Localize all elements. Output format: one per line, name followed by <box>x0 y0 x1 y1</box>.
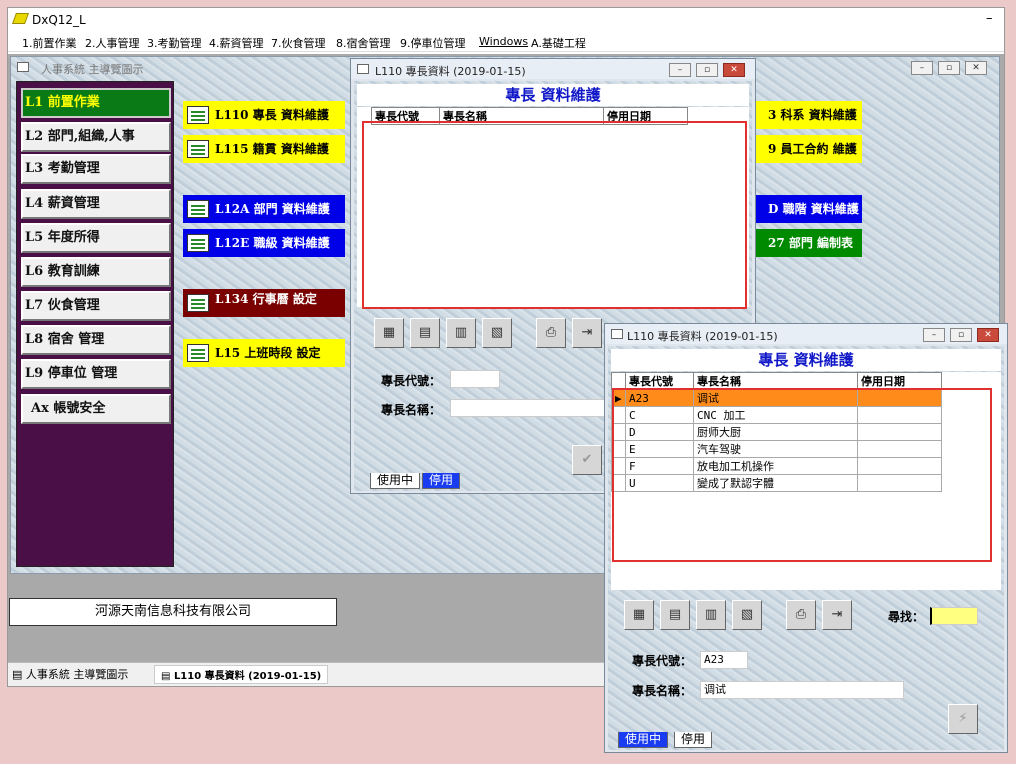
highlight-box <box>612 388 992 562</box>
name-field[interactable]: 调试 <box>700 681 904 699</box>
module-l115[interactable]: L115 籍貫 資料維護 <box>183 135 345 163</box>
exit-button[interactable]: ⇥ <box>822 600 852 630</box>
module-l12a[interactable]: L12A 部門 資料維護 <box>183 195 345 223</box>
name-field[interactable] <box>450 399 610 417</box>
module-right-2[interactable]: 9 員工合約 維護 <box>756 135 862 163</box>
title-bar: DxQ12_L – <box>8 8 1004 32</box>
save-button[interactable]: ⚡ <box>948 704 978 734</box>
restore-button[interactable]: ▫ <box>938 61 960 75</box>
module-right-4[interactable]: 27 部門 編制表 <box>756 229 862 257</box>
module-icon <box>187 106 209 124</box>
menu-item[interactable]: 2.人事管理 <box>85 35 140 51</box>
status-tabs: 使用中 停用 <box>370 473 570 489</box>
module-l12e[interactable]: L12E 職級 資料維護 <box>183 229 345 257</box>
taskbar-item[interactable]: ▤ L110 專長資料 (2019-01-15) <box>154 665 329 684</box>
nav-panel: L1 前置作業 L2 部門,組織,人事 L3 考勤管理 L4 薪資管理 L5 年… <box>16 81 174 567</box>
insert-record-button[interactable]: ▥ <box>696 600 726 630</box>
menu-item[interactable]: Windows <box>479 35 528 48</box>
add-record-button[interactable]: ▦ <box>624 600 654 630</box>
module-l110[interactable]: L110 專長 資料維護 <box>183 101 345 129</box>
menu-item[interactable]: 7.伙食管理 <box>271 35 326 51</box>
name-label: 專長名稱： <box>632 684 693 698</box>
app-logo-icon <box>11 13 30 24</box>
menu-item[interactable]: 9.停車位管理 <box>400 35 466 51</box>
highlight-box <box>362 121 747 309</box>
restore-button[interactable]: ▫ <box>696 63 718 77</box>
tab-in-use[interactable]: 使用中 <box>370 473 421 489</box>
edit-record-button[interactable]: ▤ <box>410 318 440 348</box>
delete-record-button[interactable]: ▧ <box>482 318 512 348</box>
name-label: 專長名稱： <box>381 403 442 417</box>
module-icon <box>187 234 209 252</box>
add-record-button[interactable]: ▦ <box>374 318 404 348</box>
window-icon <box>17 62 29 72</box>
module-l134[interactable]: L134 行事曆 設定 <box>183 289 345 317</box>
nav-item-l6[interactable]: L6 教育訓練 <box>21 257 171 287</box>
print-button[interactable]: ⎙ <box>536 318 566 348</box>
menu-item[interactable]: 4.薪資管理 <box>209 35 264 51</box>
form-heading: 專長 資料維護 <box>357 84 749 106</box>
menu-item[interactable]: A.基礎工程 <box>531 35 586 51</box>
menu-item[interactable]: 1.前置作業 <box>22 35 77 51</box>
window-icon <box>611 329 623 339</box>
menu-item[interactable]: 8.宿舍管理 <box>336 35 391 51</box>
menu-bar: 1.前置作業 2.人事管理 3.考勤管理 4.薪資管理 7.伙食管理 8.宿舍管… <box>8 32 1004 52</box>
code-field[interactable] <box>450 370 500 388</box>
delete-record-button[interactable]: ▧ <box>732 600 762 630</box>
module-right-3[interactable]: D 職階 資料維護 <box>756 195 862 223</box>
close-button[interactable]: ✕ <box>977 328 999 342</box>
edit-record-button[interactable]: ▤ <box>660 600 690 630</box>
nav-item-l7[interactable]: L7 伙食管理 <box>21 291 171 321</box>
minimize-button[interactable]: – <box>669 63 691 77</box>
nav-item-l9[interactable]: L9 停車位 管理 <box>21 359 171 389</box>
nav-item-l8[interactable]: L8 宿舍 管理 <box>21 325 171 355</box>
window-title: L110 專長資料 (2019-01-15) <box>627 330 778 343</box>
module-right-1[interactable]: 3 科系 資料維護 <box>756 101 862 129</box>
taskbar-item[interactable]: ▤ 人事系統 主導覽圖示 <box>12 666 128 682</box>
restore-button[interactable]: ▫ <box>950 328 972 342</box>
menu-item[interactable]: 3.考勤管理 <box>147 35 202 51</box>
tab-in-use[interactable]: 使用中 <box>618 732 669 748</box>
close-button[interactable]: ✕ <box>965 61 987 75</box>
module-icon <box>187 294 209 312</box>
nav-item-l2[interactable]: L2 部門,組織,人事 <box>21 122 171 152</box>
nav-item-l4[interactable]: L4 薪資管理 <box>21 189 171 219</box>
minimize-button[interactable]: – <box>911 61 933 75</box>
code-field[interactable]: A23 <box>700 651 748 669</box>
window-title: L110 專長資料 (2019-01-15) <box>375 65 526 78</box>
tab-disabled[interactable]: 停用 <box>422 473 461 489</box>
search-input[interactable] <box>930 607 978 625</box>
minimize-button[interactable]: – <box>923 328 945 342</box>
code-label: 專長代號： <box>632 654 693 668</box>
status-tabs: 使用中 停用 <box>618 732 818 748</box>
insert-record-button[interactable]: ▥ <box>446 318 476 348</box>
module-icon <box>187 200 209 218</box>
company-label: 河源天南信息科技有限公司 <box>9 598 337 626</box>
minimize-button[interactable]: – <box>986 11 993 26</box>
window-icon <box>357 64 369 74</box>
module-icon <box>187 140 209 158</box>
search-label: 尋找： <box>888 610 925 624</box>
confirm-button[interactable]: ✔ <box>572 445 602 475</box>
form-heading: 專長 資料維護 <box>611 349 1001 371</box>
nav-item-l5[interactable]: L5 年度所得 <box>21 223 171 253</box>
nav-item-ax[interactable]: Ax 帳號安全 <box>21 394 171 424</box>
nav-item-l1[interactable]: L1 前置作業 <box>21 88 171 118</box>
module-icon <box>187 344 209 362</box>
tab-disabled[interactable]: 停用 <box>674 732 713 748</box>
print-button[interactable]: ⎙ <box>786 600 816 630</box>
code-label: 專長代號： <box>381 374 442 388</box>
close-button[interactable]: ✕ <box>723 63 745 77</box>
module-l15[interactable]: L15 上班時段 設定 <box>183 339 345 367</box>
app-title: DxQ12_L <box>32 13 86 27</box>
nav-item-l3[interactable]: L3 考勤管理 <box>21 154 171 184</box>
nav-window-title: 人事系統 主導覽圖示 <box>41 63 144 76</box>
skill-window-front: L110 專長資料 (2019-01-15) – ▫ ✕ 專長 資料維護 專長代… <box>604 323 1008 753</box>
exit-button[interactable]: ⇥ <box>572 318 602 348</box>
